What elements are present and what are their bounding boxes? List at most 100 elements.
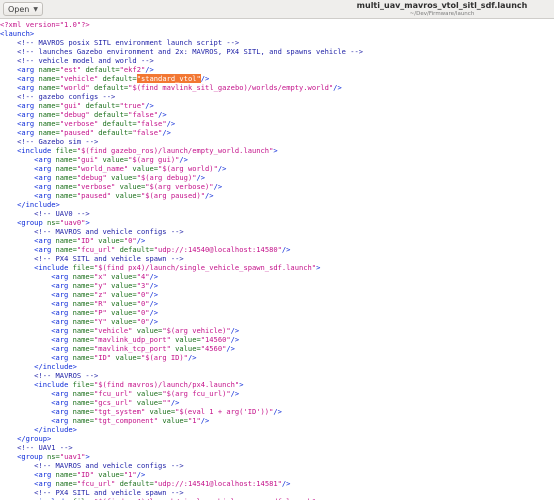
code-line: <arg name="R" value="0"/> [0,299,158,308]
code-token: <arg [51,290,73,299]
code-token: /> [162,128,171,137]
code-token: "ekf2" [119,65,146,74]
code-token: name= [55,155,77,164]
code-token: <arg [51,353,73,362]
code-token: name= [72,272,94,281]
code-line: <include file="$(find mavros)/launch/px4… [0,380,243,389]
code-token: "3" [136,281,150,290]
code-token: "true" [119,101,146,110]
code-line: <arg name="gui" value="$(arg gui)"/> [0,155,188,164]
code-token: <arg [17,65,39,74]
code-token: "0" [136,290,150,299]
code-token: <arg [51,335,73,344]
code-token: <arg [51,272,73,281]
code-line: <include file="$(find gazebo_ros)/launch… [0,146,278,155]
code-token: <arg [51,398,73,407]
code-token: "$(arg ID)" [140,353,188,362]
code-token: name= [55,479,77,488]
code-token: value= [115,353,141,362]
code-token: value= [132,164,159,173]
code-token: name= [72,290,94,299]
code-token: "debug" [59,110,90,119]
code-line: <arg name="ID" value="$(arg ID)"/> [0,353,196,362]
code-token: "ID" [93,353,112,362]
code-token: <include [17,146,56,155]
code-token: > [85,452,90,461]
code-token: <arg [51,344,73,353]
code-token: <arg [51,317,73,326]
code-line: <!-- UAV1 --> [0,443,73,452]
code-token: default= [94,83,129,92]
code-token: <!-- gazebo configs --> [17,92,116,101]
code-editor[interactable]: <?xml version="1.0"?> <launch> <!-- MAVRO… [0,19,554,500]
open-button[interactable]: Open ▼ [3,2,43,16]
code-token: value= [136,326,163,335]
code-line: <arg name="tgt_component" value="1"/> [0,416,209,425]
code-token: name= [55,191,77,200]
code-line: <!-- MAVROS and vehicle configs --> [0,227,183,236]
code-token: "fcu_url" [76,245,116,254]
code-line: <include file="$(find px4)/launch/single… [0,263,320,272]
code-token: default= [98,128,133,137]
code-token: /> [158,110,167,119]
code-token: <arg [34,155,56,164]
code-token: name= [55,173,77,182]
code-line: <!-- PX4 SITL and vehicle spawn --> [0,488,184,497]
code-token: value= [98,470,124,479]
code-token: <!-- PX4 SITL and vehicle spawn --> [34,254,184,263]
code-token: "fcu_url" [93,389,133,398]
code-token: /> [149,272,159,281]
code-line: <group ns="uav0"> [0,218,90,227]
code-token: default= [85,101,120,110]
code-line: <arg name="tgt_system" value="$(eval 1 +… [0,407,282,416]
code-token: default= [119,479,154,488]
code-token: /> [145,101,154,110]
code-token: default= [119,245,154,254]
code-token: name= [55,245,77,254]
code-token: /> [226,344,235,353]
code-token: "false" [136,119,167,128]
code-token: <!-- UAV1 --> [17,443,73,452]
code-token: "$(arg debug)" [136,173,197,182]
code-token: <arg [17,101,39,110]
code-token: <arg [17,110,39,119]
code-token: <arg [34,182,56,191]
code-token: /> [136,470,146,479]
code-token: name= [72,317,94,326]
code-token: <!-- PX4 SITL and vehicle spawn --> [34,488,184,497]
code-token: name= [38,119,60,128]
code-line: <arg name="gcs_url" value=""/> [0,398,179,407]
code-token: value= [162,416,188,425]
code-token: name= [38,101,60,110]
code-token: name= [55,470,77,479]
code-token: name= [55,236,77,245]
code-line: <!-- UAV0 --> [0,209,90,218]
code-token: "mavlink_udp_port" [93,335,171,344]
code-line: <arg name="debug" value="$(arg debug)"/> [0,173,205,182]
code-token: "$(find gazebo_ros)/launch/empty_world.l… [76,146,274,155]
code-token: "0" [136,317,150,326]
code-token: </include> [34,362,77,371]
title-bar: Open ▼ multi_uav_mavros_vtol_sitl_sdf.la… [0,0,554,19]
code-token: value= [115,191,141,200]
code-token: "$(arg fcu_url)" [162,389,231,398]
code-token: "uav0" [59,218,86,227]
code-line: <arg name="mavlink_tcp_port" value="4560… [0,344,235,353]
code-token: "1" [123,470,137,479]
code-token: /> [281,479,291,488]
code-token: name= [72,281,94,290]
code-token: "0" [136,299,150,308]
code-token: value= [102,155,129,164]
code-token: default= [94,110,129,119]
code-line: <arg name="verbose" default="false"/> [0,119,175,128]
code-line: <arg name="fcu_url" default="udp://:1454… [0,245,290,254]
code-token: "x" [93,272,107,281]
code-token: <!-- MAVROS posix SITL environment launc… [17,38,240,47]
code-line: <arg name="debug" default="false"/> [0,110,167,119]
code-token: name= [72,416,94,425]
code-token: "$(arg verbose)" [145,182,214,191]
code-token: /> [230,326,240,335]
code-token: <arg [51,416,73,425]
code-token: "uav1" [59,452,86,461]
code-token: name= [72,389,94,398]
